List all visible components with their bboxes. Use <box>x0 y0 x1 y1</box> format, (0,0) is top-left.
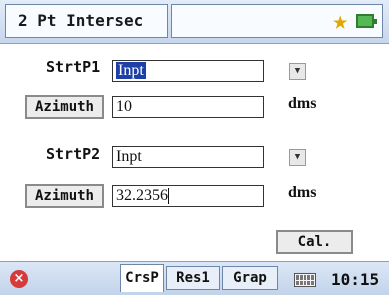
text-cursor <box>168 188 169 205</box>
start-point-1-dropdown[interactable]: ▼ <box>289 63 306 80</box>
title-bar: 2 Pt Intersec ★ <box>0 0 389 44</box>
calculate-button[interactable]: Cal. <box>276 230 353 254</box>
azimuth-1-unit: dms <box>288 95 317 112</box>
azimuth-2-field[interactable]: 32.2356 <box>112 185 264 207</box>
start-point-1-label: StrtP1 <box>46 58 101 76</box>
tab-crsp[interactable]: CrsP <box>120 264 164 292</box>
tab-grap[interactable]: Grap <box>222 266 278 290</box>
azimuth-1-button[interactable]: Azimuth <box>25 95 104 119</box>
clock: 10:15 <box>331 270 380 289</box>
azimuth-2-button[interactable]: Azimuth <box>25 184 104 208</box>
azimuth-2-value: 32.2356 <box>116 187 168 204</box>
chevron-down-icon: ▼ <box>294 66 301 76</box>
start-point-2-field[interactable]: Inpt <box>112 146 264 168</box>
azimuth-1-field[interactable]: 10 <box>112 96 264 118</box>
keyboard-icon[interactable] <box>294 273 316 287</box>
azimuth-2-unit: dms <box>288 184 317 201</box>
battery-icon <box>356 14 377 28</box>
start-point-1-field[interactable]: Inpt <box>112 60 264 82</box>
status-area: ★ <box>171 4 383 38</box>
start-point-2-label: StrtP2 <box>46 145 101 163</box>
start-point-1-value: Inpt <box>116 62 146 79</box>
tab-res1[interactable]: Res1 <box>166 266 220 290</box>
close-icon[interactable]: × <box>10 270 28 288</box>
chevron-down-icon: ▼ <box>294 152 301 162</box>
star-icon[interactable]: ★ <box>332 7 348 35</box>
bottom-bar: × CrsP Res1 Grap 10:15 <box>0 261 389 295</box>
app-title: 2 Pt Intersec <box>5 4 168 38</box>
start-point-2-dropdown[interactable]: ▼ <box>289 149 306 166</box>
